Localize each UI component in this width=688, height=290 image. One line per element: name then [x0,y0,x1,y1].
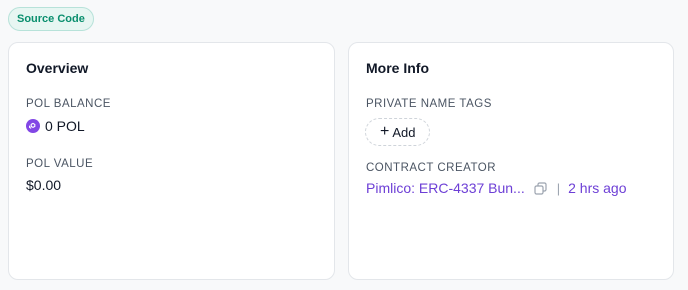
creator-address-link[interactable]: Pimlico: ERC-4337 Bun... [366,180,525,196]
overview-card: Overview POL BALANCE 0 POL POL VALUE $0.… [8,42,335,280]
pol-value-label: POL VALUE [26,158,94,170]
add-name-tag-button[interactable]: + Add [365,118,431,146]
copy-icon[interactable] [534,181,547,195]
pol-balance-label: POL BALANCE [26,98,111,110]
polygon-token-icon [26,119,40,133]
contract-creator-label: CONTRACT CREATOR [366,162,497,174]
source-code-badge[interactable]: Source Code [8,7,94,31]
creation-tx-age-link[interactable]: 2 hrs ago [568,180,626,196]
private-name-tags-label: PRIVATE NAME TAGS [366,98,492,110]
overview-title: Overview [26,60,89,76]
separator: | [556,180,561,196]
source-code-label: Source Code [17,13,85,25]
more-info-title: More Info [366,60,429,76]
pol-value-amount: $0.00 [26,177,62,193]
contract-creator-row: Pimlico: ERC-4337 Bun... | 2 hrs ago [366,180,627,196]
pol-balance-value: 0 POL [26,118,85,134]
pol-balance-amount: 0 POL [45,118,85,134]
add-button-label: Add [392,124,416,140]
plus-icon: + [380,123,390,140]
address-page: Source Code Overview POL BALANCE 0 POL P… [0,0,688,290]
more-info-card: More Info PRIVATE NAME TAGS + Add CONTRA… [348,42,674,280]
